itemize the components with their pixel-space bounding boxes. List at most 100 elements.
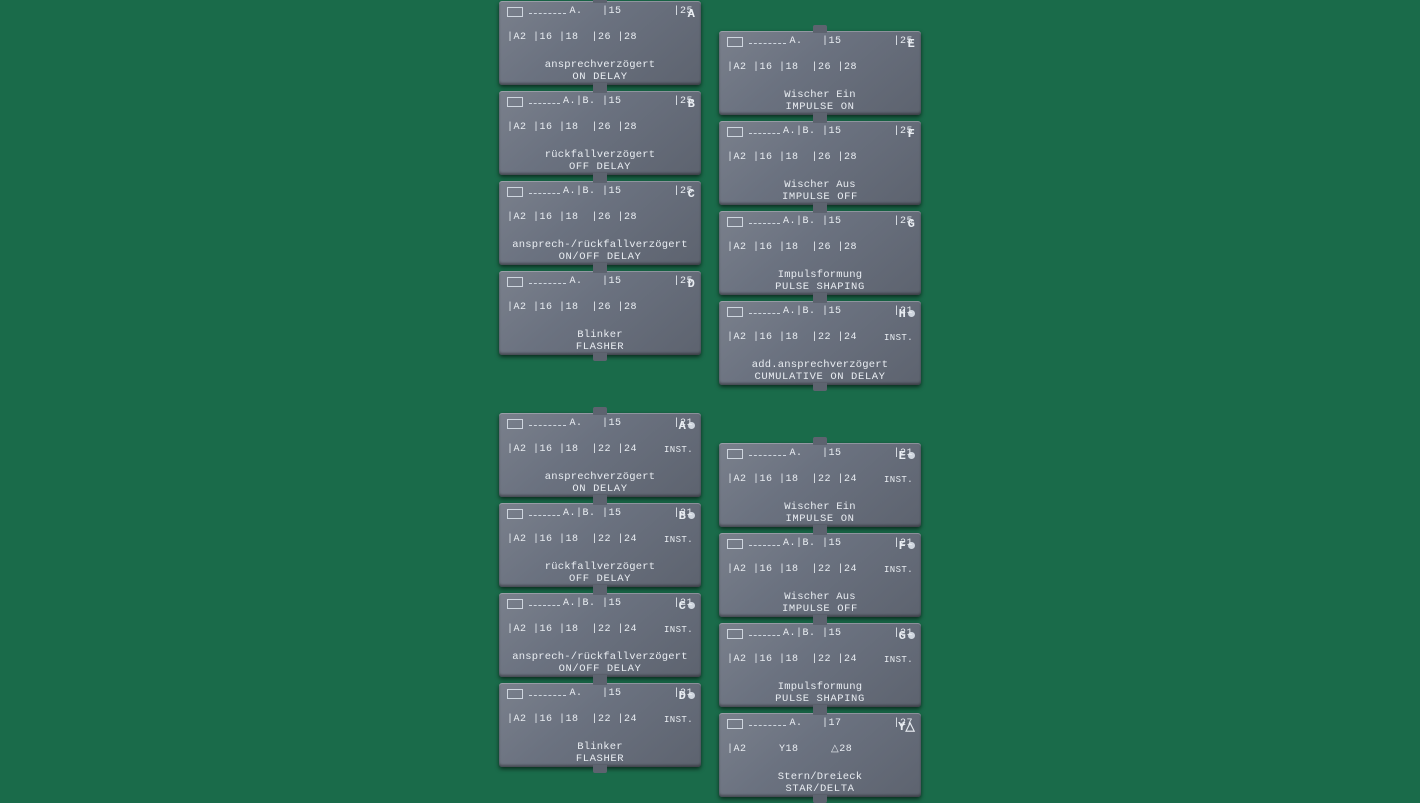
terminal-row-top: A.|B. |15 |25 bbox=[563, 97, 693, 107]
timing-diagram: A.|B. |15 |25 |A2 |16 |18 |26 |28 bbox=[725, 125, 915, 163]
terminal-row-top: A. |15 |21 bbox=[569, 419, 693, 429]
label-plate-D: DA. |15 |25|A2 |16 |18 |26 |28BlinkerFLA… bbox=[499, 271, 701, 355]
terminal-row-top: A.|B. |15 |21 bbox=[783, 307, 913, 317]
timing-diagram: A. |15 |25 |A2 |16 |18 |26 |28 bbox=[505, 275, 695, 313]
terminal-row-top: A.|B. |15 |21 bbox=[563, 599, 693, 609]
terminal-row-top: A.|B. |15 |21 bbox=[783, 539, 913, 549]
inst-label: INST. bbox=[664, 715, 693, 725]
input-box-icon bbox=[507, 97, 523, 107]
terminal-row-top: A. |15 |21 bbox=[789, 449, 913, 459]
product-photo: AA. |15 |25|A2 |16 |18 |26 |28ansprechve… bbox=[0, 0, 1420, 798]
function-description: Wischer EinIMPULSE ON bbox=[725, 501, 915, 525]
terminal-row-bottom: |A2 |16 |18 |26 |28 bbox=[507, 303, 637, 313]
function-name-de: Stern/Dreieck bbox=[725, 771, 915, 783]
function-name-de: add.ansprechverzögert bbox=[725, 359, 915, 371]
function-name-de: Wischer Aus bbox=[725, 591, 915, 603]
terminal-row-top: A.|B. |15 |25 bbox=[783, 217, 913, 227]
label-plate-D2: DA. |15 |21|A2 |16 |18 |22 |24INST.Blink… bbox=[499, 683, 701, 767]
function-name-de: Impulsformung bbox=[725, 681, 915, 693]
terminal-row-bottom: |A2 |16 |18 |26 |28 bbox=[727, 243, 857, 253]
function-name-en: IMPULSE ON bbox=[725, 513, 915, 525]
label-plate-F2: FA.|B. |15 |21|A2 |16 |18 |22 |24INST.Wi… bbox=[719, 533, 921, 617]
label-column-right: EA. |15 |21|A2 |16 |18 |22 |24INST.Wisch… bbox=[719, 443, 921, 797]
timing-diagram: A.|B. |15 |21 |A2 |16 |18 |22 |24 INST. bbox=[505, 507, 695, 545]
function-name-en: FLASHER bbox=[505, 341, 695, 353]
timing-diagram: A. |15 |21 |A2 |16 |18 |22 |24 INST. bbox=[505, 687, 695, 725]
function-description: BlinkerFLASHER bbox=[505, 329, 695, 353]
terminal-row-top: A. |15 |25 bbox=[569, 277, 693, 287]
function-name-de: Wischer Ein bbox=[725, 501, 915, 513]
label-plate-E: EA. |15 |25|A2 |16 |18 |26 |28Wischer Ei… bbox=[719, 31, 921, 115]
function-name-en: IMPULSE OFF bbox=[725, 191, 915, 203]
terminal-row-top: A. |15 |21 bbox=[569, 689, 693, 699]
inst-label: INST. bbox=[884, 333, 913, 343]
function-name-en: IMPULSE ON bbox=[725, 101, 915, 113]
function-description: Wischer AusIMPULSE OFF bbox=[725, 179, 915, 203]
function-description: ImpulsformungPULSE SHAPING bbox=[725, 681, 915, 705]
input-box-icon bbox=[727, 629, 743, 639]
terminal-row-bottom: |A2 |16 |18 |22 |24 bbox=[727, 565, 857, 575]
function-description: Wischer EinIMPULSE ON bbox=[725, 89, 915, 113]
timing-diagram: A. |17 |27|A2 Y18 △28 bbox=[725, 717, 915, 755]
label-plate-C2: CA.|B. |15 |21|A2 |16 |18 |22 |24INST.an… bbox=[499, 593, 701, 677]
function-name-en: CUMULATIVE ON DELAY bbox=[725, 371, 915, 383]
function-name-de: rückfallverzögert bbox=[505, 561, 695, 573]
timing-diagram: A.|B. |15 |21 |A2 |16 |18 |22 |24 INST. bbox=[505, 597, 695, 635]
terminal-row-bottom: |A2 |16 |18 |22 |24 bbox=[507, 535, 637, 545]
terminal-row-bottom: |A2 |16 |18 |22 |24 bbox=[727, 333, 857, 343]
terminal-row-top: A. |15 |25 bbox=[789, 37, 913, 47]
inst-label: INST. bbox=[664, 535, 693, 545]
function-name-de: ansprech-/rückfallverzögert bbox=[505, 651, 695, 663]
terminal-row-top: A.|B. |15 |25 bbox=[783, 127, 913, 137]
terminal-row-top: A. |15 |25 bbox=[569, 7, 693, 17]
input-box-icon bbox=[507, 689, 523, 699]
function-name-en: OFF DELAY bbox=[505, 161, 695, 173]
function-name-en: FLASHER bbox=[505, 753, 695, 765]
terminal-row-top: A.|B. |15 |21 bbox=[783, 629, 913, 639]
terminal-row-bottom: |A2 |16 |18 |26 |28 bbox=[727, 153, 857, 163]
label-plate-A: AA. |15 |25|A2 |16 |18 |26 |28ansprechve… bbox=[499, 1, 701, 85]
function-description: ImpulsformungPULSE SHAPING bbox=[725, 269, 915, 293]
terminal-row-bottom: |A2 |16 |18 |22 |24 bbox=[727, 475, 857, 485]
function-description: ansprechverzögertON DELAY bbox=[505, 471, 695, 495]
function-name-en: IMPULSE OFF bbox=[725, 603, 915, 615]
function-name-en: PULSE SHAPING bbox=[725, 693, 915, 705]
inst-label: INST. bbox=[664, 625, 693, 635]
function-description: ansprechverzögertON DELAY bbox=[505, 59, 695, 83]
terminal-row-bottom: |A2 |16 |18 |22 |24 bbox=[507, 715, 637, 725]
terminal-row-bottom: |A2 |16 |18 |22 |24 bbox=[507, 445, 637, 455]
function-description: Stern/DreieckSTAR/DELTA bbox=[725, 771, 915, 795]
function-name-en: ON DELAY bbox=[505, 483, 695, 495]
inst-label: INST. bbox=[884, 565, 913, 575]
terminal-row-bottom: |A2 |16 |18 |26 |28 bbox=[507, 33, 637, 43]
timing-diagram: A. |15 |25 |A2 |16 |18 |26 |28 bbox=[725, 35, 915, 73]
input-box-icon bbox=[727, 127, 743, 137]
timing-diagram: A.|B. |15 |25|A2 |16 |18 |26 |28 bbox=[505, 185, 695, 223]
timing-diagram: A.|B. |15 |25 |A2 |16 |18 |26 |28 bbox=[725, 215, 915, 253]
function-description: add.ansprechverzögertCUMULATIVE ON DELAY bbox=[725, 359, 915, 383]
label-plate-B2: BA.|B. |15 |21|A2 |16 |18 |22 |24INST.rü… bbox=[499, 503, 701, 587]
inst-label: INST. bbox=[884, 475, 913, 485]
terminal-row-bottom: |A2 |16 |18 |26 |28 bbox=[727, 63, 857, 73]
function-name-en: OFF DELAY bbox=[505, 573, 695, 585]
function-name-de: Wischer Aus bbox=[725, 179, 915, 191]
function-name-de: ansprechverzögert bbox=[505, 59, 695, 71]
terminal-row-top: A.|B. |15 |21 bbox=[563, 509, 693, 519]
function-name-en: STAR/DELTA bbox=[725, 783, 915, 795]
timing-diagram: A.|B. |15 |21|A2 |16 |18 |22 |24INST. bbox=[725, 627, 915, 665]
function-name-de: ansprechverzögert bbox=[505, 471, 695, 483]
input-box-icon bbox=[507, 419, 523, 429]
function-description: rückfallverzögertOFF DELAY bbox=[505, 149, 695, 173]
input-box-icon bbox=[727, 539, 743, 549]
label-plate-E2: EA. |15 |21|A2 |16 |18 |22 |24INST.Wisch… bbox=[719, 443, 921, 527]
function-description: ansprech-/rückfallverzögertON/OFF DELAY bbox=[505, 239, 695, 263]
timing-diagram: A. |15 |21 |A2 |16 |18 |22 |24 INST. bbox=[725, 447, 915, 485]
label-column-left: AA. |15 |25|A2 |16 |18 |26 |28ansprechve… bbox=[499, 1, 701, 385]
timing-diagram: A.|B. |15 |21 |A2 |16 |18 |22 |24 INST. bbox=[725, 537, 915, 575]
terminal-row-top: A. |17 |27 bbox=[789, 719, 913, 729]
label-plate-H: HA.|B. |15 |21|A2 |16 |18 |22 |24INST.ad… bbox=[719, 301, 921, 385]
timing-diagram: A. |15 |25 |A2 |16 |18 |26 |28 bbox=[505, 5, 695, 43]
function-name-de: Wischer Ein bbox=[725, 89, 915, 101]
terminal-row-bottom: |A2 |16 |18 |22 |24 bbox=[507, 625, 637, 635]
input-box-icon bbox=[507, 7, 523, 17]
